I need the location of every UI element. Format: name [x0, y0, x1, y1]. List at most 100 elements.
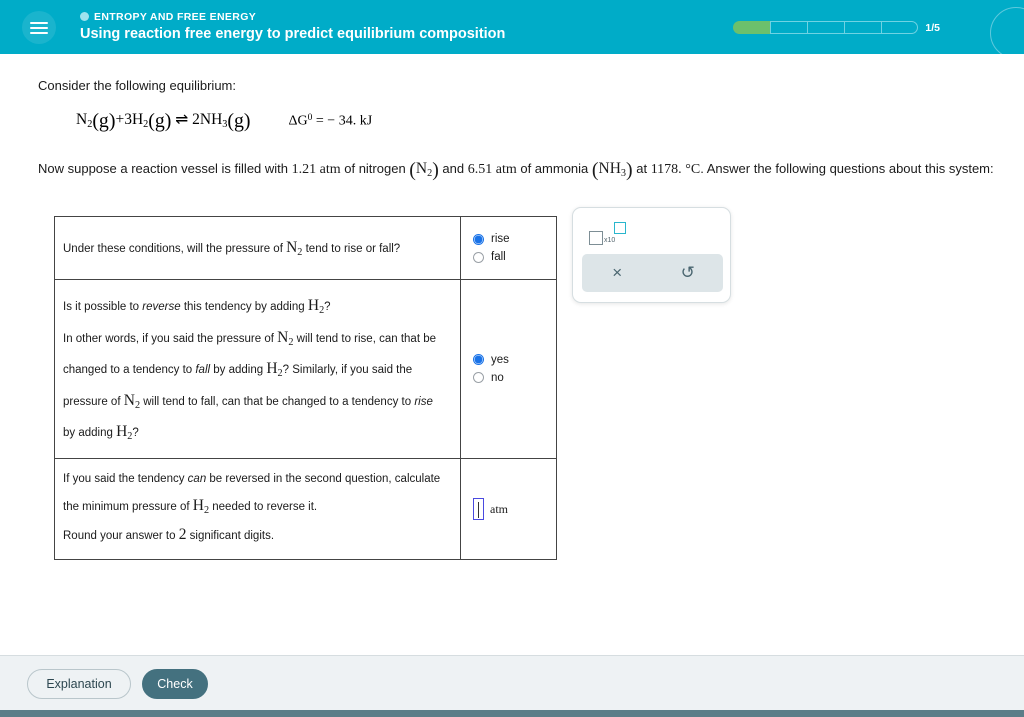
q2-l1-symbol: H2 — [307, 297, 325, 317]
q2-line-3: changed to a tendency to fall by adding … — [63, 353, 448, 385]
q3-line-1: If you said the tendency can be reversed… — [63, 469, 448, 491]
pressure-unit-label: atm — [490, 501, 508, 516]
question-text-reverse: Is it possible to reverse this tendency … — [55, 280, 460, 458]
header-category: ENTROPY AND FREE ENERGY — [80, 11, 256, 23]
q2-l4-em: rise — [414, 395, 433, 408]
problem-text-2: of nitrogen — [340, 161, 410, 177]
q2-l1-em: reverse — [142, 301, 181, 314]
q3-line-3: Round your answer to 2 significant digit… — [63, 520, 448, 549]
q2-line-4: pressure of N2 will tend to fall, can th… — [63, 385, 448, 417]
unit-atm-2-label: atm — [495, 162, 517, 178]
q2-l3-a: changed to a tendency to — [63, 364, 196, 377]
pressure-input[interactable] — [473, 498, 484, 521]
q2-l5-a: by adding — [63, 427, 117, 440]
sci-x10-label: x10 — [604, 237, 616, 244]
q1-text-2: tend to rise or fall? — [302, 243, 401, 256]
pressure-nh3-value: 6.51 — [467, 162, 493, 178]
problem-text-4: of ammonia — [516, 161, 592, 177]
radio-label-rise: rise — [491, 233, 510, 246]
panel-action-bar: × ↺ — [582, 254, 723, 292]
sci-exponent-box-icon — [614, 222, 626, 234]
delta-g-symbol: ΔG — [288, 113, 308, 129]
eq-state2: (g) — [148, 110, 172, 133]
clear-icon[interactable]: × — [582, 254, 653, 292]
input-helper-panel: x10 × ↺ — [572, 207, 731, 303]
q2-l1-b: this tendency by adding — [180, 301, 308, 314]
hamburger-menu-icon[interactable] — [22, 11, 56, 44]
question-text-min-pressure: If you said the tendency can be reversed… — [55, 459, 460, 560]
q3-l2-symbol: H2 — [192, 496, 210, 516]
q2-l2-a: In other words, if you said the pressure… — [63, 332, 278, 345]
q2-l3-c: ? Similarly, if you said the — [282, 364, 413, 377]
q2-l5-b: ? — [132, 427, 139, 440]
eq-reactant1: N — [76, 111, 88, 129]
chemical-equation: N2(g)+3H2(g) ⇌ 2NH3(g) — [76, 110, 251, 133]
q3-l2-a: the minimum pressure of — [63, 500, 193, 513]
scientific-notation-icon[interactable]: x10 — [589, 222, 627, 248]
gas-n2: (N2) — [409, 159, 439, 182]
answer-input-wrap: atm — [461, 488, 556, 530]
progress-count: 1/5 — [925, 21, 940, 34]
radio-label-fall: fall — [491, 251, 506, 264]
q2-l2-b: will tend to rise, can that be — [293, 332, 437, 345]
page-title: Using reaction free energy to predict eq… — [80, 26, 506, 42]
q2-l2-symbol: N2 — [277, 328, 294, 348]
answer-cell-min-pressure: atm — [460, 457, 557, 561]
radio-group-yes-no: yes no — [461, 338, 556, 400]
q3-l2-b: needed to reverse it. — [209, 500, 318, 513]
q3-l1-em: can — [187, 472, 207, 485]
question-cell-min-pressure: If you said the tendency can be reversed… — [54, 457, 461, 561]
header-category-label: ENTROPY AND FREE ENERGY — [94, 11, 257, 23]
hamburger-bar — [30, 22, 48, 24]
footer-bar — [0, 710, 1024, 717]
eq-equilibrium-arrow-icon: ⇌ — [175, 111, 189, 129]
temperature-value: 1178. — [650, 162, 682, 178]
radio-option-fall[interactable]: fall — [473, 251, 550, 263]
q2-l1-c: ? — [324, 301, 331, 314]
eq-reactant2: H — [131, 111, 144, 129]
question-content: Consider the following equilibrium: N2 (g… — [0, 54, 1024, 655]
check-button[interactable]: Check — [142, 669, 208, 699]
explanation-button[interactable]: Explanation — [27, 669, 131, 699]
sci-mantissa-box-icon — [589, 231, 603, 245]
problem-text-6: . Answer the following questions about t… — [700, 161, 994, 177]
delta-g-value: ΔG0 = − 34. kJ — [289, 113, 373, 129]
q2-line-5: by adding H2? — [63, 416, 448, 448]
problem-statement: Now suppose a reaction vessel is filled … — [38, 153, 1008, 188]
q3-l1-a: If you said the tendency — [63, 472, 188, 485]
q2-l3-symbol: H2 — [266, 360, 283, 380]
radio-button-yes[interactable] — [473, 354, 484, 366]
q2-l4-a: pressure of — [63, 395, 124, 408]
q1-symbol: N2 — [286, 239, 303, 259]
progress-segment-5 — [881, 21, 919, 34]
intro-lead: Consider the following equilibrium: — [38, 78, 236, 93]
decorative-circle — [990, 7, 1024, 54]
undo-icon[interactable]: ↺ — [653, 254, 724, 292]
table-row: If you said the tendency can be reversed… — [54, 457, 557, 561]
action-footer: Explanation Check — [0, 655, 1024, 710]
q1-text-1: Under these conditions, will the pressur… — [63, 243, 287, 256]
radio-option-yes[interactable]: yes — [473, 354, 550, 366]
progress-segment-4 — [844, 21, 882, 34]
q3-l3-b: significant digits. — [186, 530, 275, 543]
eq-coeff2: 3 — [124, 111, 132, 129]
q2-l4-symbol: N2 — [123, 391, 141, 411]
radio-option-rise[interactable]: rise — [473, 233, 550, 245]
progress-segment-1 — [733, 21, 771, 34]
hamburger-bar — [30, 32, 48, 34]
q3-l3-a: Round your answer to — [63, 530, 179, 543]
radio-button-fall[interactable] — [473, 251, 484, 263]
radio-button-rise[interactable] — [473, 233, 484, 245]
eq-state1: (g) — [92, 110, 116, 133]
radio-button-no[interactable] — [473, 372, 484, 384]
radio-label-no: no — [491, 371, 504, 384]
progress-segment-3 — [807, 21, 845, 34]
problem-text-5: at — [632, 161, 651, 177]
status-dot-icon — [80, 12, 89, 21]
radio-option-no[interactable]: no — [473, 372, 550, 384]
radio-label-yes: yes — [491, 353, 509, 366]
answer-cell-rise-fall: rise fall — [460, 216, 557, 281]
q2-l4-b: will tend to fall, can that be changed t… — [140, 395, 415, 408]
gas-nh3: (NH3) — [591, 159, 633, 182]
temperature-unit: °C — [685, 162, 701, 178]
